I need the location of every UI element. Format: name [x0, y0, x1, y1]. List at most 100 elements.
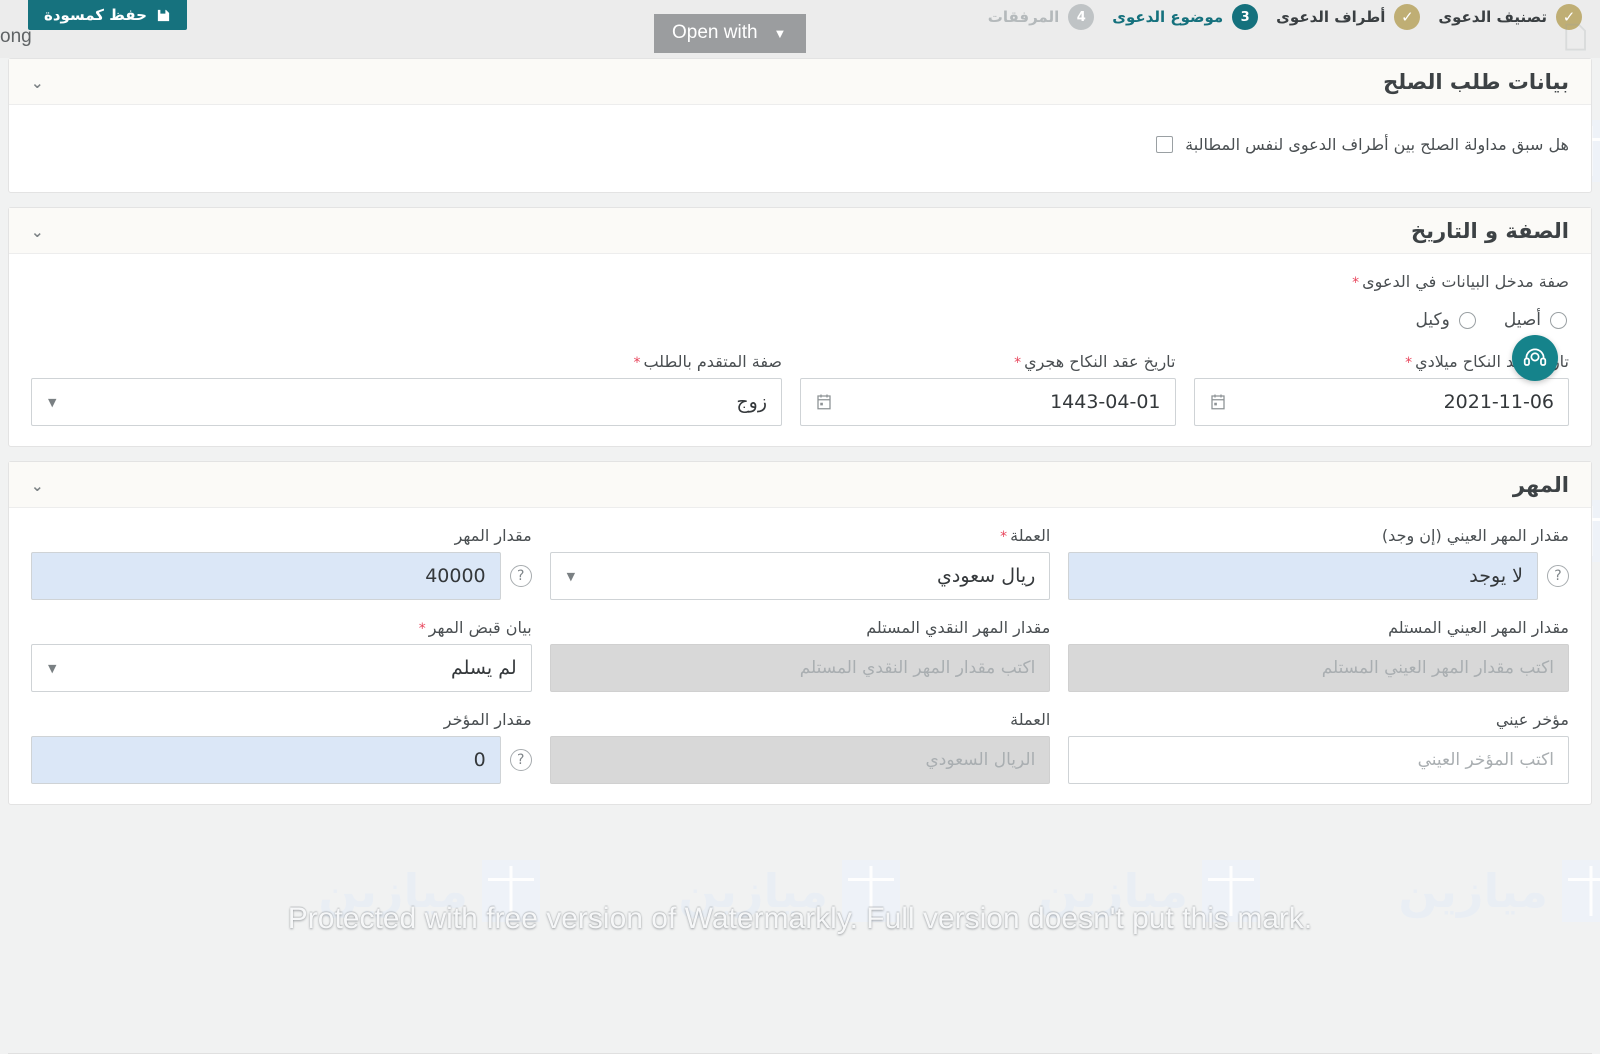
received-cash-dowry-input: اكتب مقدار المهر النقدي المستلم	[550, 644, 1051, 692]
marriage-date-gregorian-value: 2021-11-06	[1227, 391, 1555, 413]
question-mark-icon[interactable]: ?	[510, 565, 532, 587]
marriage-date-hijri-value: 1443-04-01	[833, 391, 1161, 413]
deferred-currency-label: العملة	[550, 710, 1051, 729]
chevron-down-icon: ▼	[48, 396, 56, 409]
chevron-up-icon[interactable]: ⌃	[31, 74, 44, 89]
received-cash-dowry-label: مقدار المهر النقدي المستلم	[550, 618, 1051, 637]
step-badge-number: 4	[1068, 4, 1094, 30]
step-claim-subject[interactable]: 3 موضوع الدعوى	[1112, 4, 1258, 30]
deferred-amount-input[interactable]: 0	[31, 736, 501, 784]
step-label: أطراف الدعوى	[1276, 8, 1385, 26]
save-as-draft-label: حفظ كمسودة	[44, 6, 147, 24]
step-wizard: ✓ تصنيف الدعوى ✓ أطراف الدعوى 3 موضوع ال…	[988, 0, 1600, 34]
question-mark-icon[interactable]: ?	[510, 749, 532, 771]
calendar-icon[interactable]	[1209, 393, 1227, 411]
currency-select[interactable]: ريال سعودي ▼	[550, 552, 1051, 600]
question-mark-icon[interactable]: ?	[1547, 565, 1569, 587]
section-title: المهر	[1513, 473, 1569, 497]
deferred-currency-placeholder: الريال السعودي	[565, 750, 1036, 770]
deferred-in-kind-input[interactable]: اكتب المؤخر العيني	[1068, 736, 1569, 784]
section-reconciliation-request: بيانات طلب الصلح ⌃ هل سبق مداولة الصلح ب…	[8, 58, 1592, 193]
prior-reconciliation-checkbox[interactable]	[1156, 136, 1173, 153]
radio-dot[interactable]	[1550, 312, 1567, 329]
section-capacity-and-date: الصفة و التاريخ ⌃ صفة مدخل البيانات في ا…	[8, 207, 1592, 447]
chevron-down-icon: ▼	[48, 662, 56, 675]
step-label: موضوع الدعوى	[1112, 8, 1223, 26]
chevron-up-icon[interactable]: ⌃	[31, 477, 44, 492]
dowry-receipt-statement-value: لم يسلم	[56, 657, 516, 679]
received-cash-dowry-field: مقدار المهر النقدي المستلم اكتب مقدار ال…	[550, 618, 1051, 692]
deferred-in-kind-label: مؤخر عيني	[1068, 710, 1569, 729]
deferred-currency-input: الريال السعودي	[550, 736, 1051, 784]
dowry-amount-input[interactable]: 40000	[31, 552, 501, 600]
section-title: الصفة و التاريخ	[1411, 219, 1569, 243]
in-kind-dowry-value: لا يوجد	[1083, 565, 1523, 587]
section-body-capacity-date: صفة مدخل البيانات في الدعوى* أصيل وكيل	[9, 254, 1591, 446]
required-asterisk: *	[633, 355, 640, 371]
section-title: بيانات طلب الصلح	[1383, 70, 1569, 94]
required-asterisk: *	[419, 621, 426, 637]
section-dowry: المهر ⌃ مقدار المهر العيني (إن وجد) ? لا…	[8, 461, 1592, 805]
calendar-icon[interactable]	[815, 393, 833, 411]
required-asterisk: *	[1352, 275, 1359, 291]
support-agent-floating-button[interactable]	[1512, 335, 1558, 381]
radio-option-wakeel[interactable]: وكيل	[1416, 310, 1476, 330]
applicant-capacity-field: صفة المتقدم بالطلب* زوج ▼	[31, 352, 782, 426]
currency-label: العملة*	[550, 526, 1051, 545]
received-in-kind-dowry-label: مقدار المهر العيني المستلم	[1068, 618, 1569, 637]
in-kind-dowry-input[interactable]: لا يوجد	[1068, 552, 1538, 600]
truncated-filename-text: ong	[0, 26, 32, 48]
top-bar: ✓ تصنيف الدعوى ✓ أطراف الدعوى 3 موضوع ال…	[0, 0, 1600, 58]
required-asterisk: *	[1000, 529, 1007, 545]
save-as-draft-button[interactable]: حفظ كمسودة	[28, 0, 187, 30]
applicant-capacity-select[interactable]: زوج ▼	[31, 378, 782, 426]
in-kind-dowry-label: مقدار المهر العيني (إن وجد)	[1068, 526, 1569, 545]
step-claim-parties[interactable]: ✓ أطراف الدعوى	[1276, 4, 1420, 30]
dowry-amount-label: مقدار المهر	[31, 526, 532, 545]
section-header-capacity-date[interactable]: الصفة و التاريخ ⌃	[9, 208, 1591, 254]
prior-reconciliation-label: هل سبق مداولة الصلح بين أطراف الدعوى لنف…	[1185, 135, 1569, 154]
required-asterisk: *	[1014, 355, 1021, 371]
deferred-amount-label: مقدار المؤخر	[31, 710, 532, 729]
received-in-kind-dowry-input: اكتب مقدار المهر العيني المستلم	[1068, 644, 1569, 692]
received-cash-dowry-placeholder: اكتب مقدار المهر النقدي المستلم	[565, 658, 1036, 678]
received-in-kind-dowry-field: مقدار المهر العيني المستلم اكتب مقدار ال…	[1068, 618, 1569, 692]
in-kind-dowry-field: مقدار المهر العيني (إن وجد) ? لا يوجد	[1068, 526, 1569, 600]
step-attachments[interactable]: 4 المرفقات	[988, 4, 1094, 30]
form-content: بيانات طلب الصلح ⌃ هل سبق مداولة الصلح ب…	[0, 58, 1600, 1013]
open-with-label: Open with	[672, 22, 758, 44]
dowry-receipt-statement-select[interactable]: لم يسلم ▼	[31, 644, 532, 692]
deferred-amount-field: مقدار المؤخر ? 0	[31, 710, 532, 784]
dowry-row-3: مؤخر عيني اكتب المؤخر العيني العملة الري…	[31, 710, 1569, 784]
marriage-date-hijri-input[interactable]: 1443-04-01	[800, 378, 1176, 426]
radio-label: وكيل	[1416, 310, 1450, 330]
headset-agent-icon	[1522, 345, 1548, 371]
section-header-dowry[interactable]: المهر ⌃	[9, 462, 1591, 508]
open-with-dropdown[interactable]: Open with ▼	[654, 14, 806, 53]
section-body-reconciliation: هل سبق مداولة الصلح بين أطراف الدعوى لنف…	[9, 105, 1591, 192]
required-asterisk: *	[1405, 355, 1412, 371]
dowry-receipt-statement-field: بيان قبض المهر* لم يسلم ▼	[31, 618, 532, 692]
chevron-up-icon[interactable]: ⌃	[31, 223, 44, 238]
step-label: المرفقات	[988, 8, 1059, 26]
radio-dot[interactable]	[1459, 312, 1476, 329]
applicant-capacity-value: زوج	[56, 391, 767, 413]
chevron-down-icon: ▼	[567, 570, 575, 583]
entrant-capacity-radio-group[interactable]: أصيل وكيل	[31, 298, 1569, 334]
marriage-date-gregorian-input[interactable]: 2021-11-06	[1194, 378, 1570, 426]
deferred-in-kind-placeholder: اكتب المؤخر العيني	[1083, 750, 1554, 770]
radio-option-aseel[interactable]: أصيل	[1504, 310, 1567, 330]
deferred-currency-field: العملة الريال السعودي	[550, 710, 1051, 784]
entrant-capacity-field: صفة مدخل البيانات في الدعوى* أصيل وكيل	[31, 272, 1569, 334]
received-in-kind-dowry-placeholder: اكتب مقدار المهر العيني المستلم	[1083, 658, 1554, 678]
entrant-capacity-row: صفة مدخل البيانات في الدعوى* أصيل وكيل	[31, 272, 1569, 334]
section-header-reconciliation[interactable]: بيانات طلب الصلح ⌃	[9, 59, 1591, 105]
marriage-date-hijri-field: تاريخ عقد النكاح هجري* 1443-04-01	[800, 352, 1176, 426]
prior-reconciliation-checkbox-row[interactable]: هل سبق مداولة الصلح بين أطراف الدعوى لنف…	[31, 123, 1569, 172]
chevron-down-icon: ▼	[774, 26, 787, 41]
floppy-disk-icon	[156, 8, 171, 23]
step-badge-number: 3	[1232, 4, 1258, 30]
currency-field: العملة* ريال سعودي ▼	[550, 526, 1051, 600]
section-body-dowry: مقدار المهر العيني (إن وجد) ? لا يوجد ال…	[9, 508, 1591, 804]
dowry-row-1: مقدار المهر العيني (إن وجد) ? لا يوجد ال…	[31, 526, 1569, 600]
